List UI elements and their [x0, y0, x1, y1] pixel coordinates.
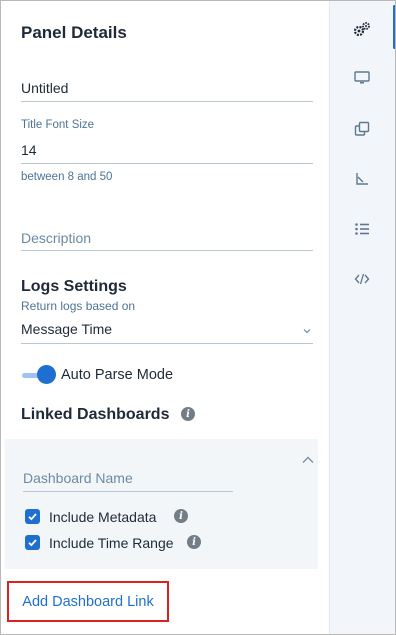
linked-dashboard-card: Dashboard Name Include Metadata i Includ…: [5, 439, 318, 569]
linked-dashboards-heading: Linked Dashboards: [21, 406, 170, 423]
panel-editor: Panel Details Untitled Title Font Size 1…: [0, 0, 396, 635]
include-metadata-checkbox[interactable]: [25, 509, 40, 524]
title-input[interactable]: Untitled: [21, 80, 68, 96]
title-input-underline: [21, 101, 313, 102]
description-underline: [21, 250, 313, 251]
description-input[interactable]: Description: [21, 230, 91, 246]
include-metadata-label: Include Metadata: [49, 509, 157, 525]
monitor-icon[interactable]: [351, 67, 373, 89]
add-dashboard-link-button[interactable]: Add Dashboard Link: [7, 581, 169, 622]
font-size-underline: [21, 163, 313, 164]
include-time-range-checkbox[interactable]: [25, 535, 40, 550]
return-logs-select[interactable]: Message Time: [21, 321, 112, 337]
return-logs-underline: [21, 343, 313, 344]
chevron-up-icon[interactable]: [301, 453, 315, 467]
font-size-hint: between 8 and 50: [21, 171, 113, 183]
list-icon[interactable]: [351, 218, 373, 240]
font-size-input[interactable]: 14: [21, 142, 37, 158]
gears-icon[interactable]: [351, 18, 373, 40]
panel-title-heading: Panel Details: [21, 23, 127, 42]
info-icon[interactable]: i: [187, 535, 201, 549]
dashboard-name-underline: [23, 491, 233, 492]
logs-settings-heading: Logs Settings: [21, 278, 127, 295]
chevron-down-icon[interactable]: [301, 324, 313, 336]
panel-details-pane: Panel Details Untitled Title Font Size 1…: [1, 1, 329, 634]
auto-parse-label: Auto Parse Mode: [61, 367, 174, 383]
info-icon[interactable]: i: [181, 407, 195, 421]
copy-icon[interactable]: [351, 118, 373, 140]
include-time-range-label: Include Time Range: [49, 535, 174, 551]
info-icon[interactable]: i: [174, 509, 188, 523]
auto-parse-toggle[interactable]: [37, 365, 56, 384]
return-logs-label: Return logs based on: [21, 299, 136, 313]
axis-icon[interactable]: [351, 168, 373, 190]
code-icon[interactable]: [351, 268, 373, 290]
dashboard-name-input[interactable]: Dashboard Name: [23, 470, 133, 486]
settings-rail: [329, 1, 395, 634]
font-size-label: Title Font Size: [21, 119, 95, 131]
